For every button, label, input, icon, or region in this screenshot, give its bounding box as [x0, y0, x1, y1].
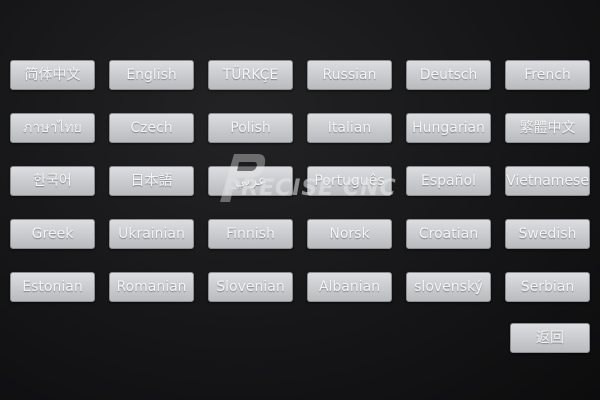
language-button-norwegian[interactable]: Norsk: [307, 219, 392, 249]
language-grid: 简体中文 English TÜRKÇE Russian Deutsch Fren…: [10, 60, 590, 302]
language-button-english[interactable]: English: [109, 60, 194, 90]
language-button-russian[interactable]: Russian: [307, 60, 392, 90]
language-button-german[interactable]: Deutsch: [406, 60, 491, 90]
language-button-ukrainian[interactable]: Ukrainian: [109, 219, 194, 249]
language-button-portuguese[interactable]: Português: [307, 166, 392, 196]
language-button-turkish[interactable]: TÜRKÇE: [208, 60, 293, 90]
language-button-czech[interactable]: Czech: [109, 113, 194, 143]
language-button-spanish[interactable]: Español: [406, 166, 491, 196]
language-button-romanian[interactable]: Romanian: [109, 272, 194, 302]
language-button-thai[interactable]: ภาษาไทย: [10, 113, 95, 143]
language-button-italian[interactable]: Italian: [307, 113, 392, 143]
language-button-finnish[interactable]: Finnish: [208, 219, 293, 249]
language-button-simplified-chinese[interactable]: 简体中文: [10, 60, 95, 90]
language-button-croatian[interactable]: Croatian: [406, 219, 491, 249]
language-button-hungarian[interactable]: Hungarian: [406, 113, 491, 143]
language-button-japanese[interactable]: 日本語: [109, 166, 194, 196]
language-button-greek[interactable]: Greek: [10, 219, 95, 249]
language-button-french[interactable]: French: [505, 60, 590, 90]
language-button-albanian[interactable]: Albanian: [307, 272, 392, 302]
language-button-estonian[interactable]: Estonian: [10, 272, 95, 302]
language-selection-screen: 简体中文 English TÜRKÇE Russian Deutsch Fren…: [0, 0, 600, 400]
language-button-swedish[interactable]: Swedish: [505, 219, 590, 249]
language-button-arabic[interactable]: عربي: [208, 166, 293, 196]
language-button-traditional-chinese[interactable]: 繁體中文: [505, 113, 590, 143]
language-button-korean[interactable]: 한국어: [10, 166, 95, 196]
language-button-vietnamese[interactable]: Vietnamese: [505, 166, 590, 196]
language-button-polish[interactable]: Polish: [208, 113, 293, 143]
language-button-serbian[interactable]: Serbian: [505, 272, 590, 302]
language-button-slovenian[interactable]: Slovenian: [208, 272, 293, 302]
language-button-slovak[interactable]: slovenský: [406, 272, 491, 302]
back-button[interactable]: 返回: [510, 323, 590, 353]
